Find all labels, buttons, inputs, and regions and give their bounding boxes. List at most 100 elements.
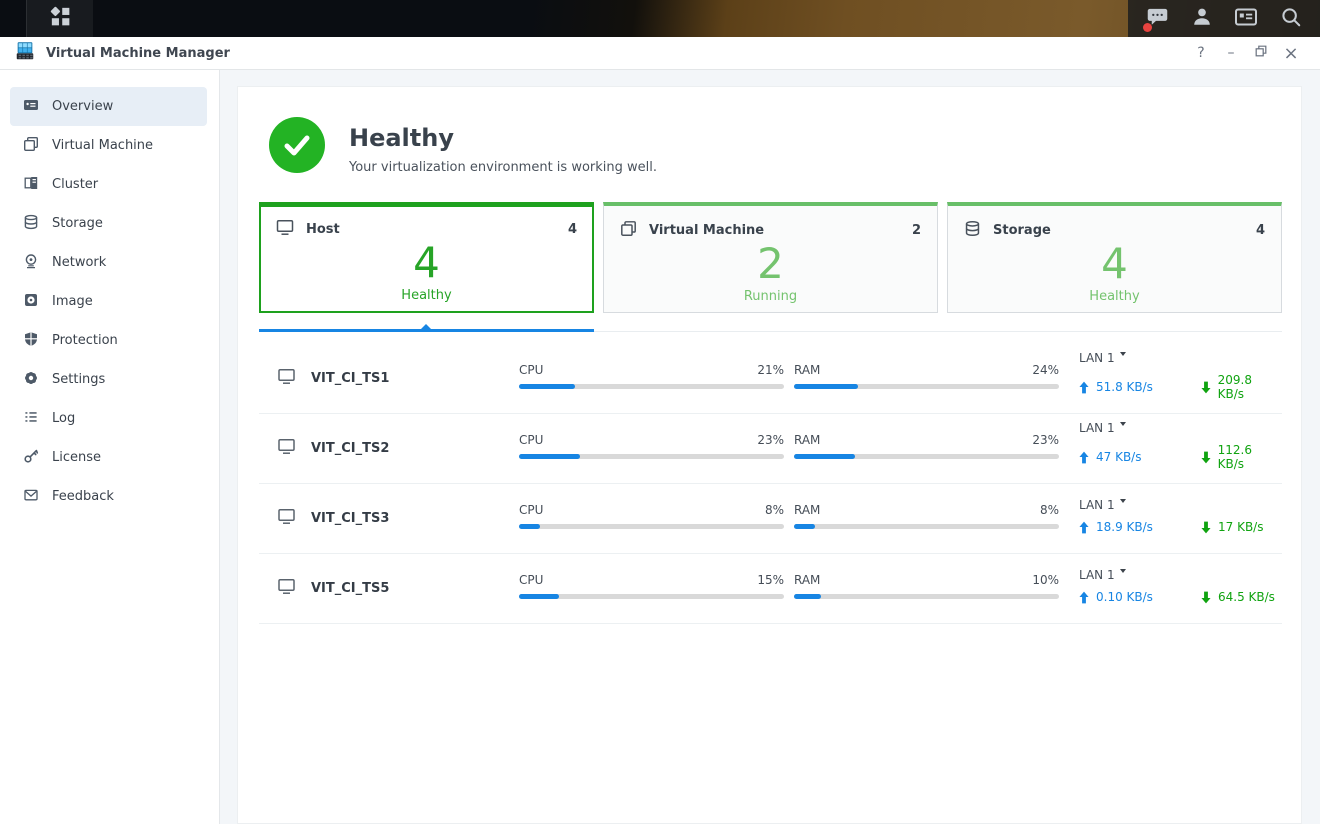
ram-label: RAM [794,363,820,377]
host-row[interactable]: VIT_CI_TS5 CPU 15% RAM 1 [259,554,1282,624]
host-row[interactable]: VIT_CI_TS1 CPU 21% RAM 2 [259,344,1282,414]
overview-icon [23,97,39,117]
log-list-icon [23,409,39,429]
card-status: Running [620,289,921,304]
card-value: 2 [620,242,921,286]
sidebar-item-log[interactable]: Log [10,399,207,438]
lan-selector[interactable]: LAN 1 [1079,420,1282,435]
ram-bar [794,524,815,529]
host-row[interactable]: VIT_CI_TS2 CPU 23% RAM 2 [259,414,1282,484]
sidebar-item-protection[interactable]: Protection [10,321,207,360]
envelope-icon [23,487,39,507]
cpu-meter: CPU 21% [519,363,784,389]
main-menu-icon [48,4,73,33]
card-label: Storage [993,223,1051,238]
notifications-button[interactable] [1142,4,1172,34]
ram-percent: 23% [1032,433,1059,447]
gear-icon [23,370,39,390]
host-monitor-icon [277,438,296,459]
cpu-percent: 23% [757,433,784,447]
summary-cards: Host 4 4 Healthy [259,202,1282,313]
widgets-button[interactable] [1231,4,1261,34]
upload-arrow-icon [1079,521,1089,534]
ram-label: RAM [794,433,820,447]
lan-label: LAN 1 [1079,421,1115,435]
host-name: VIT_CI_TS3 [311,511,389,526]
sidebar-item-label: Cluster [52,177,98,192]
close-button[interactable]: × [1276,41,1306,65]
sidebar-item-virtual-machine[interactable]: Virtual Machine [10,126,207,165]
sidebar-item-image[interactable]: Image [10,282,207,321]
user-button[interactable] [1187,4,1217,34]
sidebar-item-label: Protection [52,333,118,348]
sidebar-item-label: Storage [52,216,103,231]
card-status: Healthy [276,288,577,303]
ram-bar [794,454,855,459]
cpu-meter: CPU 15% [519,573,784,599]
sidebar-item-overview[interactable]: Overview [10,87,207,126]
host-list: VIT_CI_TS1 CPU 21% RAM 2 [259,344,1282,624]
card-label: Host [306,222,340,237]
restore-button[interactable] [1246,41,1276,65]
vm-copy-icon [620,220,637,241]
download-arrow-icon [1201,521,1211,534]
lan-selector[interactable]: LAN 1 [1079,497,1282,512]
host-row[interactable]: VIT_CI_TS3 CPU 8% RAM 8% [259,484,1282,554]
chevron-down-icon [1120,422,1126,426]
card-count: 2 [912,223,921,238]
cpu-percent: 21% [757,363,784,377]
card-status: Healthy [964,289,1265,304]
notification-badge [1143,23,1152,32]
ram-percent: 8% [1040,503,1059,517]
sidebar-item-label: Virtual Machine [52,138,153,153]
ram-bar [794,384,858,389]
sidebar-item-storage[interactable]: Storage [10,204,207,243]
sidebar-item-label: Settings [52,372,105,387]
card-value: 4 [964,242,1265,286]
lan-cell: LAN 1 18.9 KB/s 17 KB/s [1069,497,1282,534]
chevron-down-icon [1120,569,1126,573]
sidebar-item-settings[interactable]: Settings [10,360,207,399]
tab-active-underline [259,329,594,332]
virtual-machine-icon [23,136,39,156]
sidebar-item-network[interactable]: Network [10,243,207,282]
storage-icon [964,220,981,241]
search-icon [1280,6,1302,32]
window-title: Virtual Machine Manager [46,46,230,61]
desktop-taskbar [0,0,1320,37]
download-stat: 64.5 KB/s [1201,590,1275,604]
main-menu-button[interactable] [27,0,93,37]
upload-arrow-icon [1079,451,1089,464]
upload-value: 0.10 KB/s [1096,590,1153,604]
help-button[interactable]: ? [1186,41,1216,65]
download-arrow-icon [1201,591,1211,604]
ram-percent: 10% [1032,573,1059,587]
card-virtual-machine[interactable]: Virtual Machine 2 2 Running [603,202,938,313]
card-count: 4 [1256,223,1265,238]
vmm-app-icon [14,40,36,66]
cpu-bar [519,594,559,599]
search-button[interactable] [1276,4,1306,34]
overview-panel: Healthy Your virtualization environment … [237,86,1302,824]
lan-label: LAN 1 [1079,568,1115,582]
card-host[interactable]: Host 4 4 Healthy [259,202,594,313]
sidebar-item-label: License [52,450,101,465]
lan-selector[interactable]: LAN 1 [1079,350,1282,365]
lan-cell: LAN 1 47 KB/s 112.6 KB/s [1069,420,1282,471]
cpu-percent: 15% [757,573,784,587]
cpu-label: CPU [519,503,543,517]
card-storage[interactable]: Storage 4 4 Healthy [947,202,1282,313]
lan-selector[interactable]: LAN 1 [1079,567,1282,582]
sidebar-item-cluster[interactable]: Cluster [10,165,207,204]
ram-meter: RAM 24% [794,363,1059,389]
sidebar-item-feedback[interactable]: Feedback [10,477,207,516]
screen: Virtual Machine Manager ? – × [0,0,1320,824]
minimize-button[interactable]: – [1216,41,1246,65]
sidebar-item-license[interactable]: License [10,438,207,477]
upload-value: 18.9 KB/s [1096,520,1153,534]
host-monitor-icon [277,508,296,529]
app-body: Overview Virtual Machine [0,70,1320,824]
download-arrow-icon [1201,381,1211,394]
upload-stat: 51.8 KB/s [1079,380,1201,394]
host-monitor-icon [277,578,296,599]
